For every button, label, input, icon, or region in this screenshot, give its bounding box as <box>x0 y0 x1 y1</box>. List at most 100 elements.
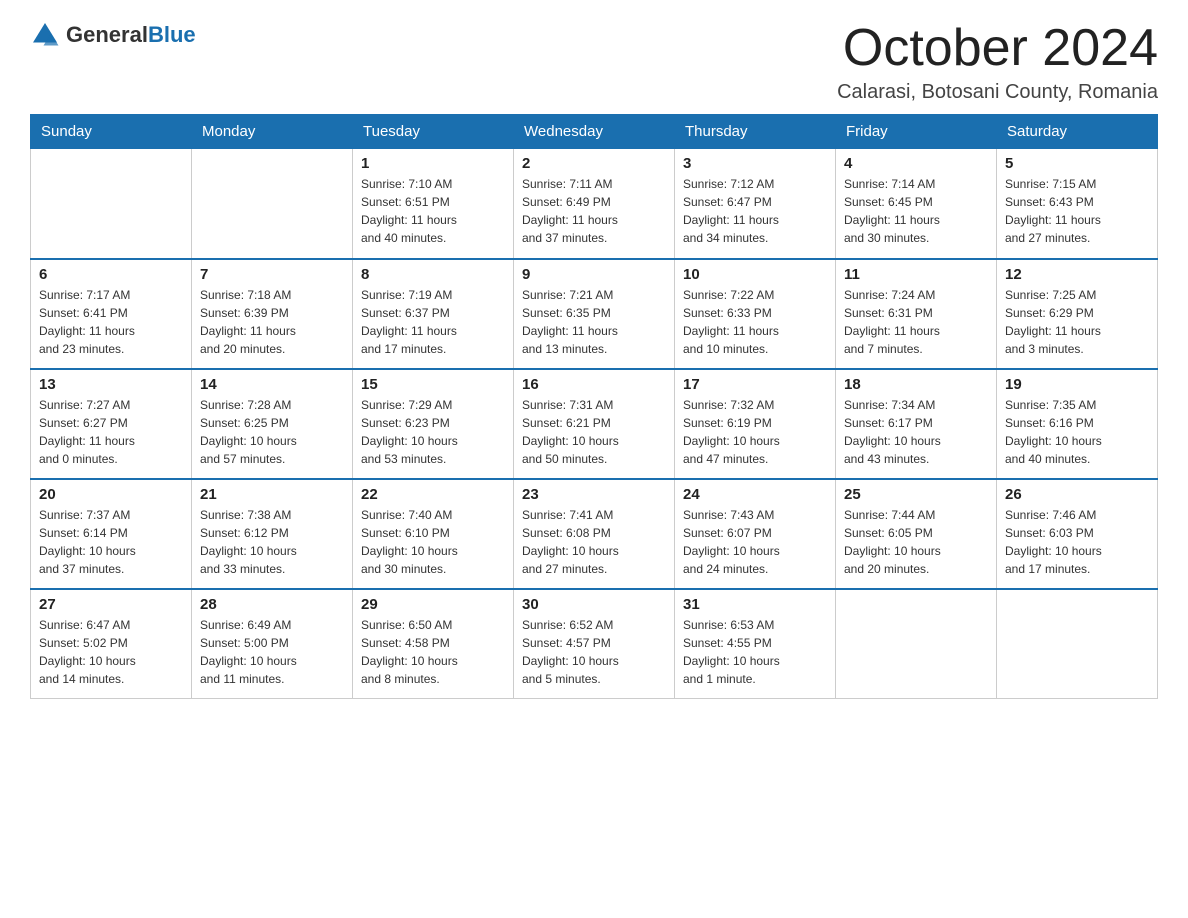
day-info: Sunrise: 7:10 AMSunset: 6:51 PMDaylight:… <box>361 175 505 247</box>
day-info: Sunrise: 7:38 AMSunset: 6:12 PMDaylight:… <box>200 506 344 578</box>
day-info: Sunrise: 7:22 AMSunset: 6:33 PMDaylight:… <box>683 286 827 358</box>
calendar-cell: 30 Sunrise: 6:52 AMSunset: 4:57 PMDayligh… <box>514 589 675 699</box>
calendar-cell: 14 Sunrise: 7:28 AMSunset: 6:25 PMDayligh… <box>192 369 353 479</box>
calendar-cell: 10 Sunrise: 7:22 AMSunset: 6:33 PMDayligh… <box>675 259 836 369</box>
day-info: Sunrise: 7:18 AMSunset: 6:39 PMDaylight:… <box>200 286 344 358</box>
day-number: 11 <box>844 266 988 283</box>
day-number: 28 <box>200 596 344 613</box>
day-info: Sunrise: 7:19 AMSunset: 6:37 PMDaylight:… <box>361 286 505 358</box>
day-number: 23 <box>522 486 666 503</box>
day-info: Sunrise: 7:32 AMSunset: 6:19 PMDaylight:… <box>683 396 827 468</box>
day-number: 2 <box>522 155 666 172</box>
day-number: 1 <box>361 155 505 172</box>
day-number: 26 <box>1005 486 1149 503</box>
calendar-cell: 18Sunrise: 7:34 AMSunset: 6:17 PMDayligh… <box>836 369 997 479</box>
location-title: Calarasi, Botosani County, Romania <box>837 81 1158 104</box>
calendar-cell <box>836 589 997 699</box>
calendar-header-row: SundayMondayTuesdayWednesdayThursdayFrid… <box>31 115 1158 149</box>
day-info: Sunrise: 7:34 AMSunset: 6:17 PMDaylight:… <box>844 396 988 468</box>
calendar-cell: 6 Sunrise: 7:17 AMSunset: 6:41 PMDaylight… <box>31 259 192 369</box>
calendar-cell: 3Sunrise: 7:12 AMSunset: 6:47 PMDaylight… <box>675 149 836 259</box>
calendar-cell: 13Sunrise: 7:27 AMSunset: 6:27 PMDayligh… <box>31 369 192 479</box>
day-info: Sunrise: 7:41 AMSunset: 6:08 PMDaylight:… <box>522 506 666 578</box>
calendar-cell: 7 Sunrise: 7:18 AMSunset: 6:39 PMDaylight… <box>192 259 353 369</box>
calendar-cell: 28 Sunrise: 6:49 AMSunset: 5:00 PMDayligh… <box>192 589 353 699</box>
day-info: Sunrise: 7:35 AMSunset: 6:16 PMDaylight:… <box>1005 396 1149 468</box>
calendar-day-header: Monday <box>192 115 353 149</box>
day-info: Sunrise: 7:40 AMSunset: 6:10 PMDaylight:… <box>361 506 505 578</box>
day-info: Sunrise: 7:17 AMSunset: 6:41 PMDaylight:… <box>39 286 183 358</box>
day-number: 16 <box>522 376 666 393</box>
day-number: 30 <box>522 596 666 613</box>
calendar-cell: 26 Sunrise: 7:46 AMSunset: 6:03 PMDayligh… <box>997 479 1158 589</box>
day-number: 19 <box>1005 376 1149 393</box>
day-number: 15 <box>361 376 505 393</box>
calendar-cell: 11 Sunrise: 7:24 AMSunset: 6:31 PMDayligh… <box>836 259 997 369</box>
calendar-cell: 5 Sunrise: 7:15 AMSunset: 6:43 PMDaylight… <box>997 149 1158 259</box>
day-number: 10 <box>683 266 827 283</box>
day-info: Sunrise: 7:46 AMSunset: 6:03 PMDaylight:… <box>1005 506 1149 578</box>
calendar-cell: 27Sunrise: 6:47 AMSunset: 5:02 PMDayligh… <box>31 589 192 699</box>
calendar-week-row: 6 Sunrise: 7:17 AMSunset: 6:41 PMDaylight… <box>31 259 1158 369</box>
calendar-cell: 23 Sunrise: 7:41 AMSunset: 6:08 PMDayligh… <box>514 479 675 589</box>
calendar-day-header: Thursday <box>675 115 836 149</box>
calendar-day-header: Wednesday <box>514 115 675 149</box>
day-info: Sunrise: 7:15 AMSunset: 6:43 PMDaylight:… <box>1005 175 1149 247</box>
calendar-cell: 16 Sunrise: 7:31 AMSunset: 6:21 PMDayligh… <box>514 369 675 479</box>
day-number: 5 <box>1005 155 1149 172</box>
calendar-week-row: 20 Sunrise: 7:37 AMSunset: 6:14 PMDayligh… <box>31 479 1158 589</box>
calendar-cell: 4 Sunrise: 7:14 AMSunset: 6:45 PMDaylight… <box>836 149 997 259</box>
calendar-cell: 15 Sunrise: 7:29 AMSunset: 6:23 PMDayligh… <box>353 369 514 479</box>
logo-icon <box>30 20 60 50</box>
day-number: 27 <box>39 596 183 613</box>
day-number: 22 <box>361 486 505 503</box>
day-number: 20 <box>39 486 183 503</box>
day-number: 17 <box>683 376 827 393</box>
day-info: Sunrise: 7:27 AMSunset: 6:27 PMDaylight:… <box>39 396 183 468</box>
calendar-cell: 8Sunrise: 7:19 AMSunset: 6:37 PMDaylight… <box>353 259 514 369</box>
day-number: 4 <box>844 155 988 172</box>
calendar-cell: 17 Sunrise: 7:32 AMSunset: 6:19 PMDayligh… <box>675 369 836 479</box>
calendar-cell: 1 Sunrise: 7:10 AMSunset: 6:51 PMDaylight… <box>353 149 514 259</box>
calendar-cell: 20 Sunrise: 7:37 AMSunset: 6:14 PMDayligh… <box>31 479 192 589</box>
day-info: Sunrise: 7:14 AMSunset: 6:45 PMDaylight:… <box>844 175 988 247</box>
day-number: 25 <box>844 486 988 503</box>
logo-text-blue: Blue <box>148 22 196 47</box>
day-info: Sunrise: 7:37 AMSunset: 6:14 PMDaylight:… <box>39 506 183 578</box>
calendar-cell: 21 Sunrise: 7:38 AMSunset: 6:12 PMDayligh… <box>192 479 353 589</box>
day-info: Sunrise: 7:25 AMSunset: 6:29 PMDaylight:… <box>1005 286 1149 358</box>
day-info: Sunrise: 6:52 AMSunset: 4:57 PMDaylight:… <box>522 616 666 688</box>
day-number: 6 <box>39 266 183 283</box>
day-info: Sunrise: 7:28 AMSunset: 6:25 PMDaylight:… <box>200 396 344 468</box>
day-number: 29 <box>361 596 505 613</box>
calendar-day-header: Saturday <box>997 115 1158 149</box>
calendar-week-row: 13Sunrise: 7:27 AMSunset: 6:27 PMDayligh… <box>31 369 1158 479</box>
day-info: Sunrise: 6:50 AMSunset: 4:58 PMDaylight:… <box>361 616 505 688</box>
calendar-cell: 25Sunrise: 7:44 AMSunset: 6:05 PMDayligh… <box>836 479 997 589</box>
day-number: 31 <box>683 596 827 613</box>
calendar-cell: 19 Sunrise: 7:35 AMSunset: 6:16 PMDayligh… <box>997 369 1158 479</box>
day-number: 21 <box>200 486 344 503</box>
calendar-week-row: 1 Sunrise: 7:10 AMSunset: 6:51 PMDaylight… <box>31 149 1158 259</box>
day-number: 14 <box>200 376 344 393</box>
day-number: 7 <box>200 266 344 283</box>
day-info: Sunrise: 7:24 AMSunset: 6:31 PMDaylight:… <box>844 286 988 358</box>
day-info: Sunrise: 7:43 AMSunset: 6:07 PMDaylight:… <box>683 506 827 578</box>
calendar-cell <box>31 149 192 259</box>
calendar-table: SundayMondayTuesdayWednesdayThursdayFrid… <box>30 114 1158 699</box>
calendar-day-header: Tuesday <box>353 115 514 149</box>
day-number: 3 <box>683 155 827 172</box>
calendar-cell: 24 Sunrise: 7:43 AMSunset: 6:07 PMDayligh… <box>675 479 836 589</box>
day-number: 24 <box>683 486 827 503</box>
day-info: Sunrise: 7:31 AMSunset: 6:21 PMDaylight:… <box>522 396 666 468</box>
calendar-cell: 2Sunrise: 7:11 AMSunset: 6:49 PMDaylight… <box>514 149 675 259</box>
day-number: 9 <box>522 266 666 283</box>
day-info: Sunrise: 7:29 AMSunset: 6:23 PMDaylight:… <box>361 396 505 468</box>
logo: GeneralBlue <box>30 20 196 50</box>
calendar-cell: 12Sunrise: 7:25 AMSunset: 6:29 PMDayligh… <box>997 259 1158 369</box>
day-info: Sunrise: 6:49 AMSunset: 5:00 PMDaylight:… <box>200 616 344 688</box>
calendar-body: 1 Sunrise: 7:10 AMSunset: 6:51 PMDaylight… <box>31 149 1158 699</box>
calendar-cell: 22 Sunrise: 7:40 AMSunset: 6:10 PMDayligh… <box>353 479 514 589</box>
month-title: October 2024 <box>837 20 1158 77</box>
calendar-cell <box>997 589 1158 699</box>
